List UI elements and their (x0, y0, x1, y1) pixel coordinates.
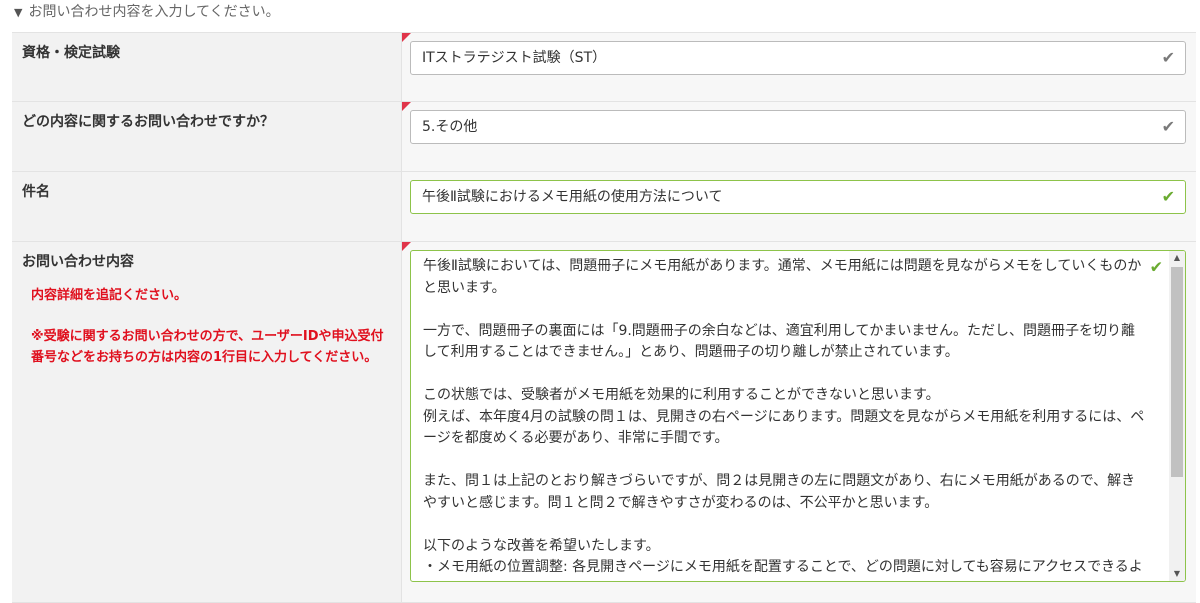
section-header[interactable]: ▼ お問い合わせ内容を入力してください。 (0, 0, 1200, 24)
required-marker (402, 33, 411, 42)
note-add-details: 内容詳細を追記ください。 (31, 288, 188, 303)
topic-label: どの内容に関するお問い合わせですか？ (22, 114, 274, 130)
label-cell-topic: どの内容に関するお問い合わせですか？ (12, 102, 402, 171)
label-cell-exam: 資格・検定試験 (12, 33, 402, 101)
checkmark-icon: ✔ (1149, 257, 1163, 277)
required-marker (402, 242, 411, 251)
checkmark-icon: ✔ (1161, 117, 1175, 136)
field-cell-body: 午後Ⅱ試験においては、問題冊子にメモ用紙があります。通常、メモ用紙には問題を見な… (402, 242, 1196, 602)
body-textarea[interactable]: 午後Ⅱ試験においては、問題冊子にメモ用紙があります。通常、メモ用紙には問題を見な… (410, 250, 1186, 582)
scroll-up-arrow-icon[interactable]: ▲ (1169, 251, 1185, 265)
label-cell-body: お問い合わせ内容 内容詳細を追記ください。 ※受験に関するお問い合わせの方で、ユ… (12, 242, 402, 602)
body-text: 午後Ⅱ試験においては、問題冊子にメモ用紙があります。通常、メモ用紙には問題を見な… (423, 258, 1145, 581)
checkmark-icon: ✔ (1161, 187, 1175, 206)
label-cell-subject: 件名 (12, 172, 402, 241)
row-body: お問い合わせ内容 内容詳細を追記ください。 ※受験に関するお問い合わせの方で、ユ… (12, 242, 1196, 603)
subject-value: 午後Ⅱ試験におけるメモ用紙の使用方法について (422, 189, 723, 205)
checkmark-icon: ✔ (1161, 48, 1175, 67)
section-title: お問い合わせ内容を入力してください。 (28, 4, 280, 20)
field-cell-exam: ITストラテジスト試験（ST） ✔ (402, 33, 1196, 101)
note-user-id: ※受験に関するお問い合わせの方で、ユーザーIDや申込受付番号などをお持ちの方は内… (31, 329, 384, 365)
topic-value: 5.その他 (422, 119, 478, 135)
row-subject: 件名 午後Ⅱ試験におけるメモ用紙の使用方法について ✔ (12, 172, 1196, 242)
row-exam: 資格・検定試験 ITストラテジスト試験（ST） ✔ (12, 33, 1196, 102)
inquiry-form: 資格・検定試験 ITストラテジスト試験（ST） ✔ どの内容に関するお問い合わせ… (12, 32, 1196, 603)
subject-label: 件名 (22, 184, 50, 200)
exam-value: ITストラテジスト試験（ST） (422, 50, 607, 66)
scroll-thumb[interactable] (1171, 267, 1183, 477)
required-marker (402, 102, 411, 111)
topic-select[interactable]: 5.その他 ✔ (410, 110, 1186, 144)
exam-label: 資格・検定試験 (22, 45, 120, 61)
field-cell-subject: 午後Ⅱ試験におけるメモ用紙の使用方法について ✔ (402, 172, 1196, 241)
row-topic: どの内容に関するお問い合わせですか？ 5.その他 ✔ (12, 102, 1196, 172)
subject-input[interactable]: 午後Ⅱ試験におけるメモ用紙の使用方法について ✔ (410, 180, 1186, 214)
exam-select[interactable]: ITストラテジスト試験（ST） ✔ (410, 41, 1186, 75)
field-cell-topic: 5.その他 ✔ (402, 102, 1196, 171)
textarea-scrollbar[interactable]: ▲ ▼ (1169, 251, 1185, 581)
scroll-down-arrow-icon[interactable]: ▼ (1169, 567, 1185, 581)
triangle-down-icon: ▼ (14, 6, 23, 19)
body-label: お問い合わせ内容 (22, 254, 134, 270)
